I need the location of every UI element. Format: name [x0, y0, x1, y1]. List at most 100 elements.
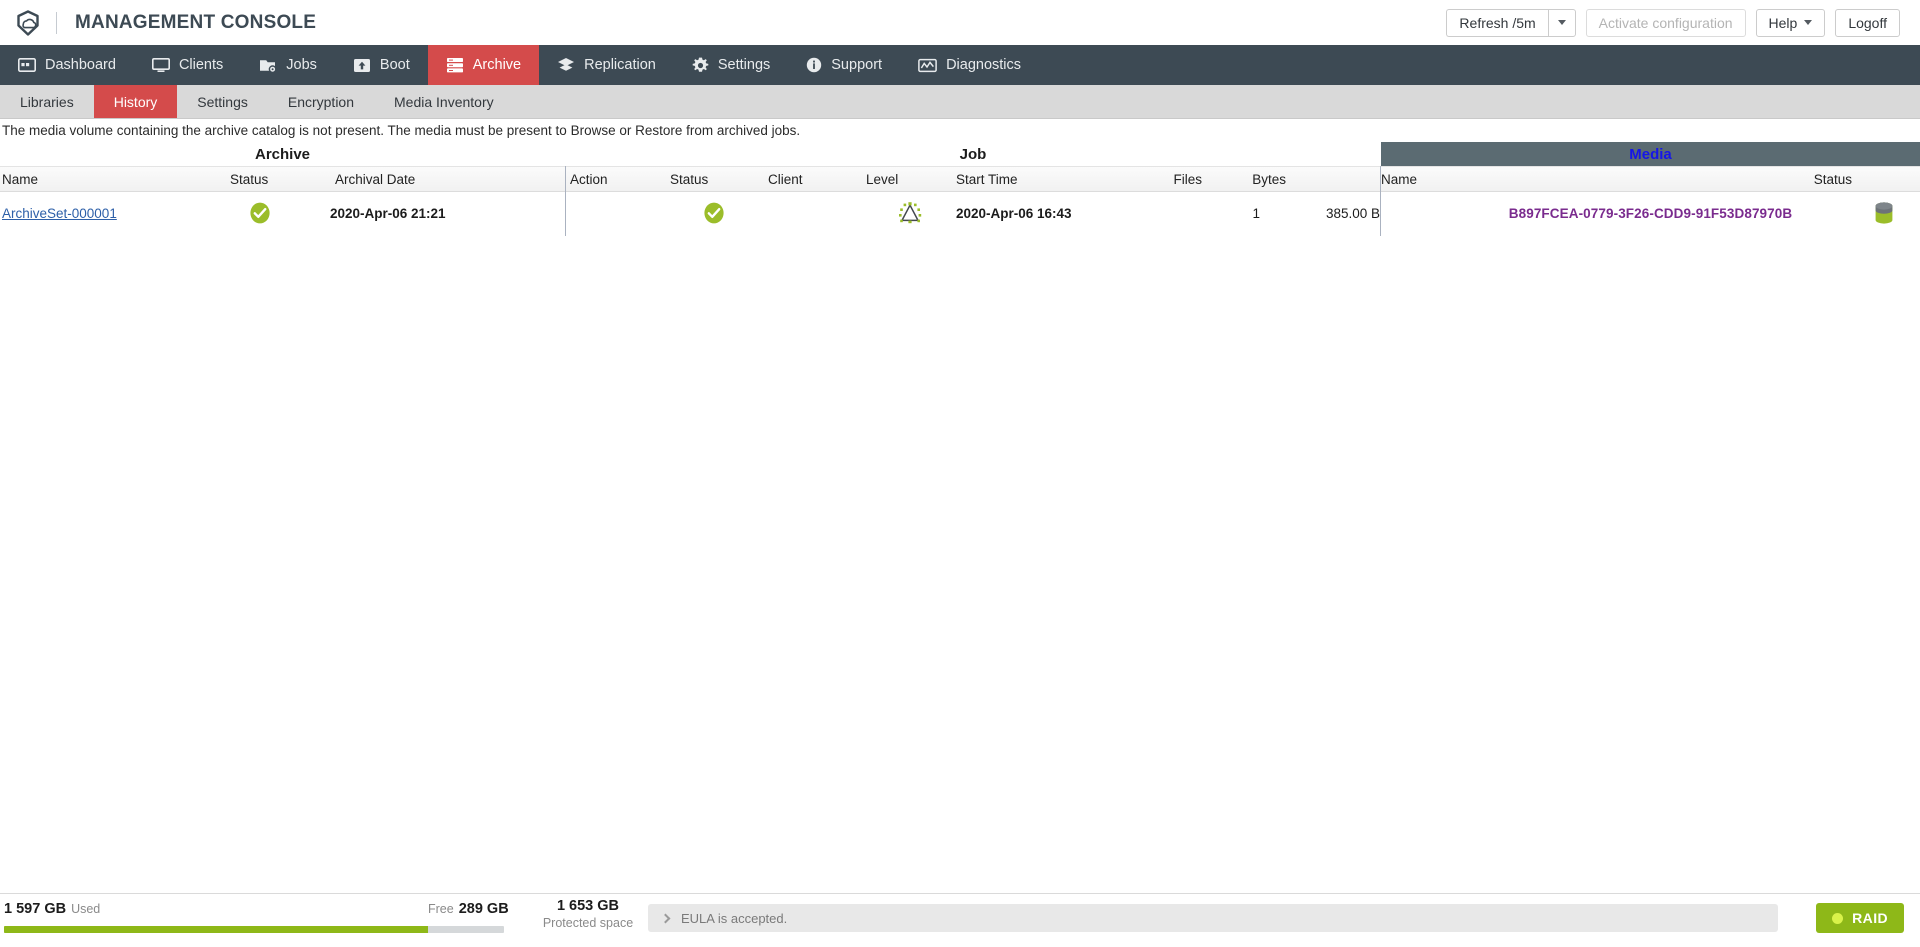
cell-job-client [768, 192, 858, 234]
archive-history-table: Archive Job Media Name Status Archival D… [0, 142, 1920, 234]
info-icon [806, 57, 822, 73]
refresh-button-group[interactable]: Refresh /5m [1446, 9, 1575, 37]
nav-item-jobs[interactable]: Jobs [241, 45, 335, 85]
cell-archive-name: ArchiveSet-000001 [2, 192, 212, 234]
eula-status-text: EULA is accepted. [681, 911, 787, 926]
refresh-dropdown-toggle[interactable] [1548, 9, 1576, 37]
refresh-button[interactable]: Refresh /5m [1446, 9, 1547, 37]
subnav-item-encryption[interactable]: Encryption [268, 85, 374, 118]
column-header-job-files[interactable]: Files [1130, 167, 1202, 192]
table-body: ArchiveSet-000001 2020-Apr-06 21:21 [0, 192, 1920, 234]
jobs-icon [259, 58, 277, 73]
subnav-item-settings[interactable]: Settings [177, 85, 268, 118]
cell-archive-status [230, 192, 290, 234]
table-row[interactable]: ArchiveSet-000001 2020-Apr-06 21:21 [0, 192, 1920, 234]
brand-logo[interactable] [14, 9, 42, 37]
backup-level-full-icon [897, 201, 923, 225]
sub-navigation: Libraries History Settings Encryption Me… [0, 85, 1920, 119]
status-ok-check-icon [249, 202, 271, 224]
cell-archival-date: 2020-Apr-06 21:21 [330, 192, 530, 234]
table-column-header-row: Name Status Archival Date Action Status … [0, 166, 1920, 192]
nav-item-boot[interactable]: Boot [335, 45, 428, 85]
group-header-media: Media [1381, 142, 1920, 166]
monitor-icon [152, 58, 170, 73]
storage-summary: 1 597 GBUsed Free289 GB 1 653 GB Protect… [0, 894, 620, 947]
storage-usage-bar-fill [4, 926, 428, 933]
nav-item-label: Clients [179, 57, 223, 73]
chevron-right-icon [661, 913, 671, 923]
storage-used-label: Used [71, 902, 100, 916]
column-separator-archive-job [565, 166, 566, 236]
dashboard-icon [18, 58, 36, 72]
group-header-archive: Archive [0, 142, 565, 166]
activate-configuration-button[interactable]: Activate configuration [1586, 9, 1746, 37]
column-header-media-name[interactable]: Name [1381, 167, 1581, 192]
nav-item-label: Diagnostics [946, 57, 1021, 73]
column-header-job-level[interactable]: Level [866, 167, 936, 192]
raid-status-dot-icon [1832, 913, 1843, 924]
subnav-item-history[interactable]: History [94, 85, 178, 118]
gear-icon [692, 57, 709, 74]
main-navigation: Dashboard Clients Jobs Boot Archive Repl… [0, 45, 1920, 85]
storage-usage-bar [4, 926, 504, 933]
protected-space-label: Protected space [528, 916, 648, 930]
cell-job-bytes: 385.00 B [1216, 192, 1380, 234]
status-footer: 1 597 GB Used Free 289 GB 1 653 GB Protect… [0, 893, 1920, 946]
protected-space-value: 1 653 GB [528, 898, 648, 914]
column-header-job-bytes[interactable]: Bytes [1216, 167, 1286, 192]
subnav-item-libraries[interactable]: Libraries [0, 85, 94, 118]
column-header-job-action[interactable]: Action [570, 167, 660, 192]
storage-free-value: 289 GB [459, 901, 509, 917]
diagnostics-icon [918, 58, 937, 73]
cell-job-start-time: 2020-Apr-06 16:43 [956, 192, 1156, 234]
group-header-job: Job [565, 142, 1381, 166]
raid-status-label: RAID [1852, 910, 1888, 926]
media-name-link[interactable]: B897FCEA-0779-3F26-CDD9-91F53D87970B [1509, 206, 1792, 221]
status-ok-check-icon [703, 202, 725, 224]
archive-rack-icon [446, 57, 464, 73]
nav-item-dashboard[interactable]: Dashboard [0, 45, 134, 85]
archive-set-link[interactable]: ArchiveSet-000001 [2, 206, 117, 221]
nav-item-replication[interactable]: Replication [539, 45, 674, 85]
storage-free-label: Free [428, 902, 454, 916]
notice-message: The media volume containing the archive … [0, 119, 1920, 142]
logoff-button[interactable]: Logoff [1835, 9, 1900, 37]
subnav-item-media-inventory[interactable]: Media Inventory [374, 85, 514, 118]
nav-item-label: Support [831, 57, 882, 73]
column-header-job-client[interactable]: Client [768, 167, 858, 192]
chevron-down-icon [1558, 20, 1566, 25]
tape-cartridge-icon [1874, 201, 1894, 225]
cell-job-action [570, 192, 660, 234]
nav-item-diagnostics[interactable]: Diagnostics [900, 45, 1039, 85]
cloud-shield-logo-icon [14, 9, 42, 37]
column-separator-job-media [1380, 166, 1381, 236]
help-button-label: Help [1769, 15, 1798, 31]
top-header: MANAGEMENT CONSOLE Refresh /5m Activate … [0, 0, 1920, 45]
nav-item-archive[interactable]: Archive [428, 45, 539, 85]
column-header-archive-status[interactable]: Status [230, 167, 320, 192]
cell-media-status [1862, 192, 1906, 234]
layers-icon [557, 57, 575, 73]
help-button[interactable]: Help [1756, 9, 1826, 37]
table-group-header-row: Archive Job Media [0, 142, 1920, 166]
header-actions: Refresh /5m Activate configuration Help … [1446, 9, 1900, 37]
column-header-job-start-time[interactable]: Start Time [956, 167, 1096, 192]
raid-status-badge[interactable]: RAID [1816, 903, 1904, 933]
column-header-archive-name[interactable]: Name [2, 167, 202, 192]
protected-space: 1 653 GB Protected space [528, 898, 648, 930]
eula-status-bar[interactable]: EULA is accepted. [648, 904, 1778, 932]
nav-item-label: Boot [380, 57, 410, 73]
header-divider [56, 12, 57, 34]
storage-used-value: 1 597 GB [4, 901, 66, 917]
column-header-media-status[interactable]: Status [1770, 167, 1852, 192]
nav-item-support[interactable]: Support [788, 45, 900, 85]
nav-item-label: Replication [584, 57, 656, 73]
nav-item-settings[interactable]: Settings [674, 45, 788, 85]
storage-used: 1 597 GB Used [4, 900, 100, 917]
nav-item-label: Archive [473, 57, 521, 73]
column-header-archival-date[interactable]: Archival Date [335, 167, 505, 192]
column-header-job-status[interactable]: Status [670, 167, 760, 192]
nav-item-clients[interactable]: Clients [134, 45, 241, 85]
storage-free: Free 289 GB [428, 901, 509, 917]
chevron-down-icon [1804, 20, 1812, 25]
